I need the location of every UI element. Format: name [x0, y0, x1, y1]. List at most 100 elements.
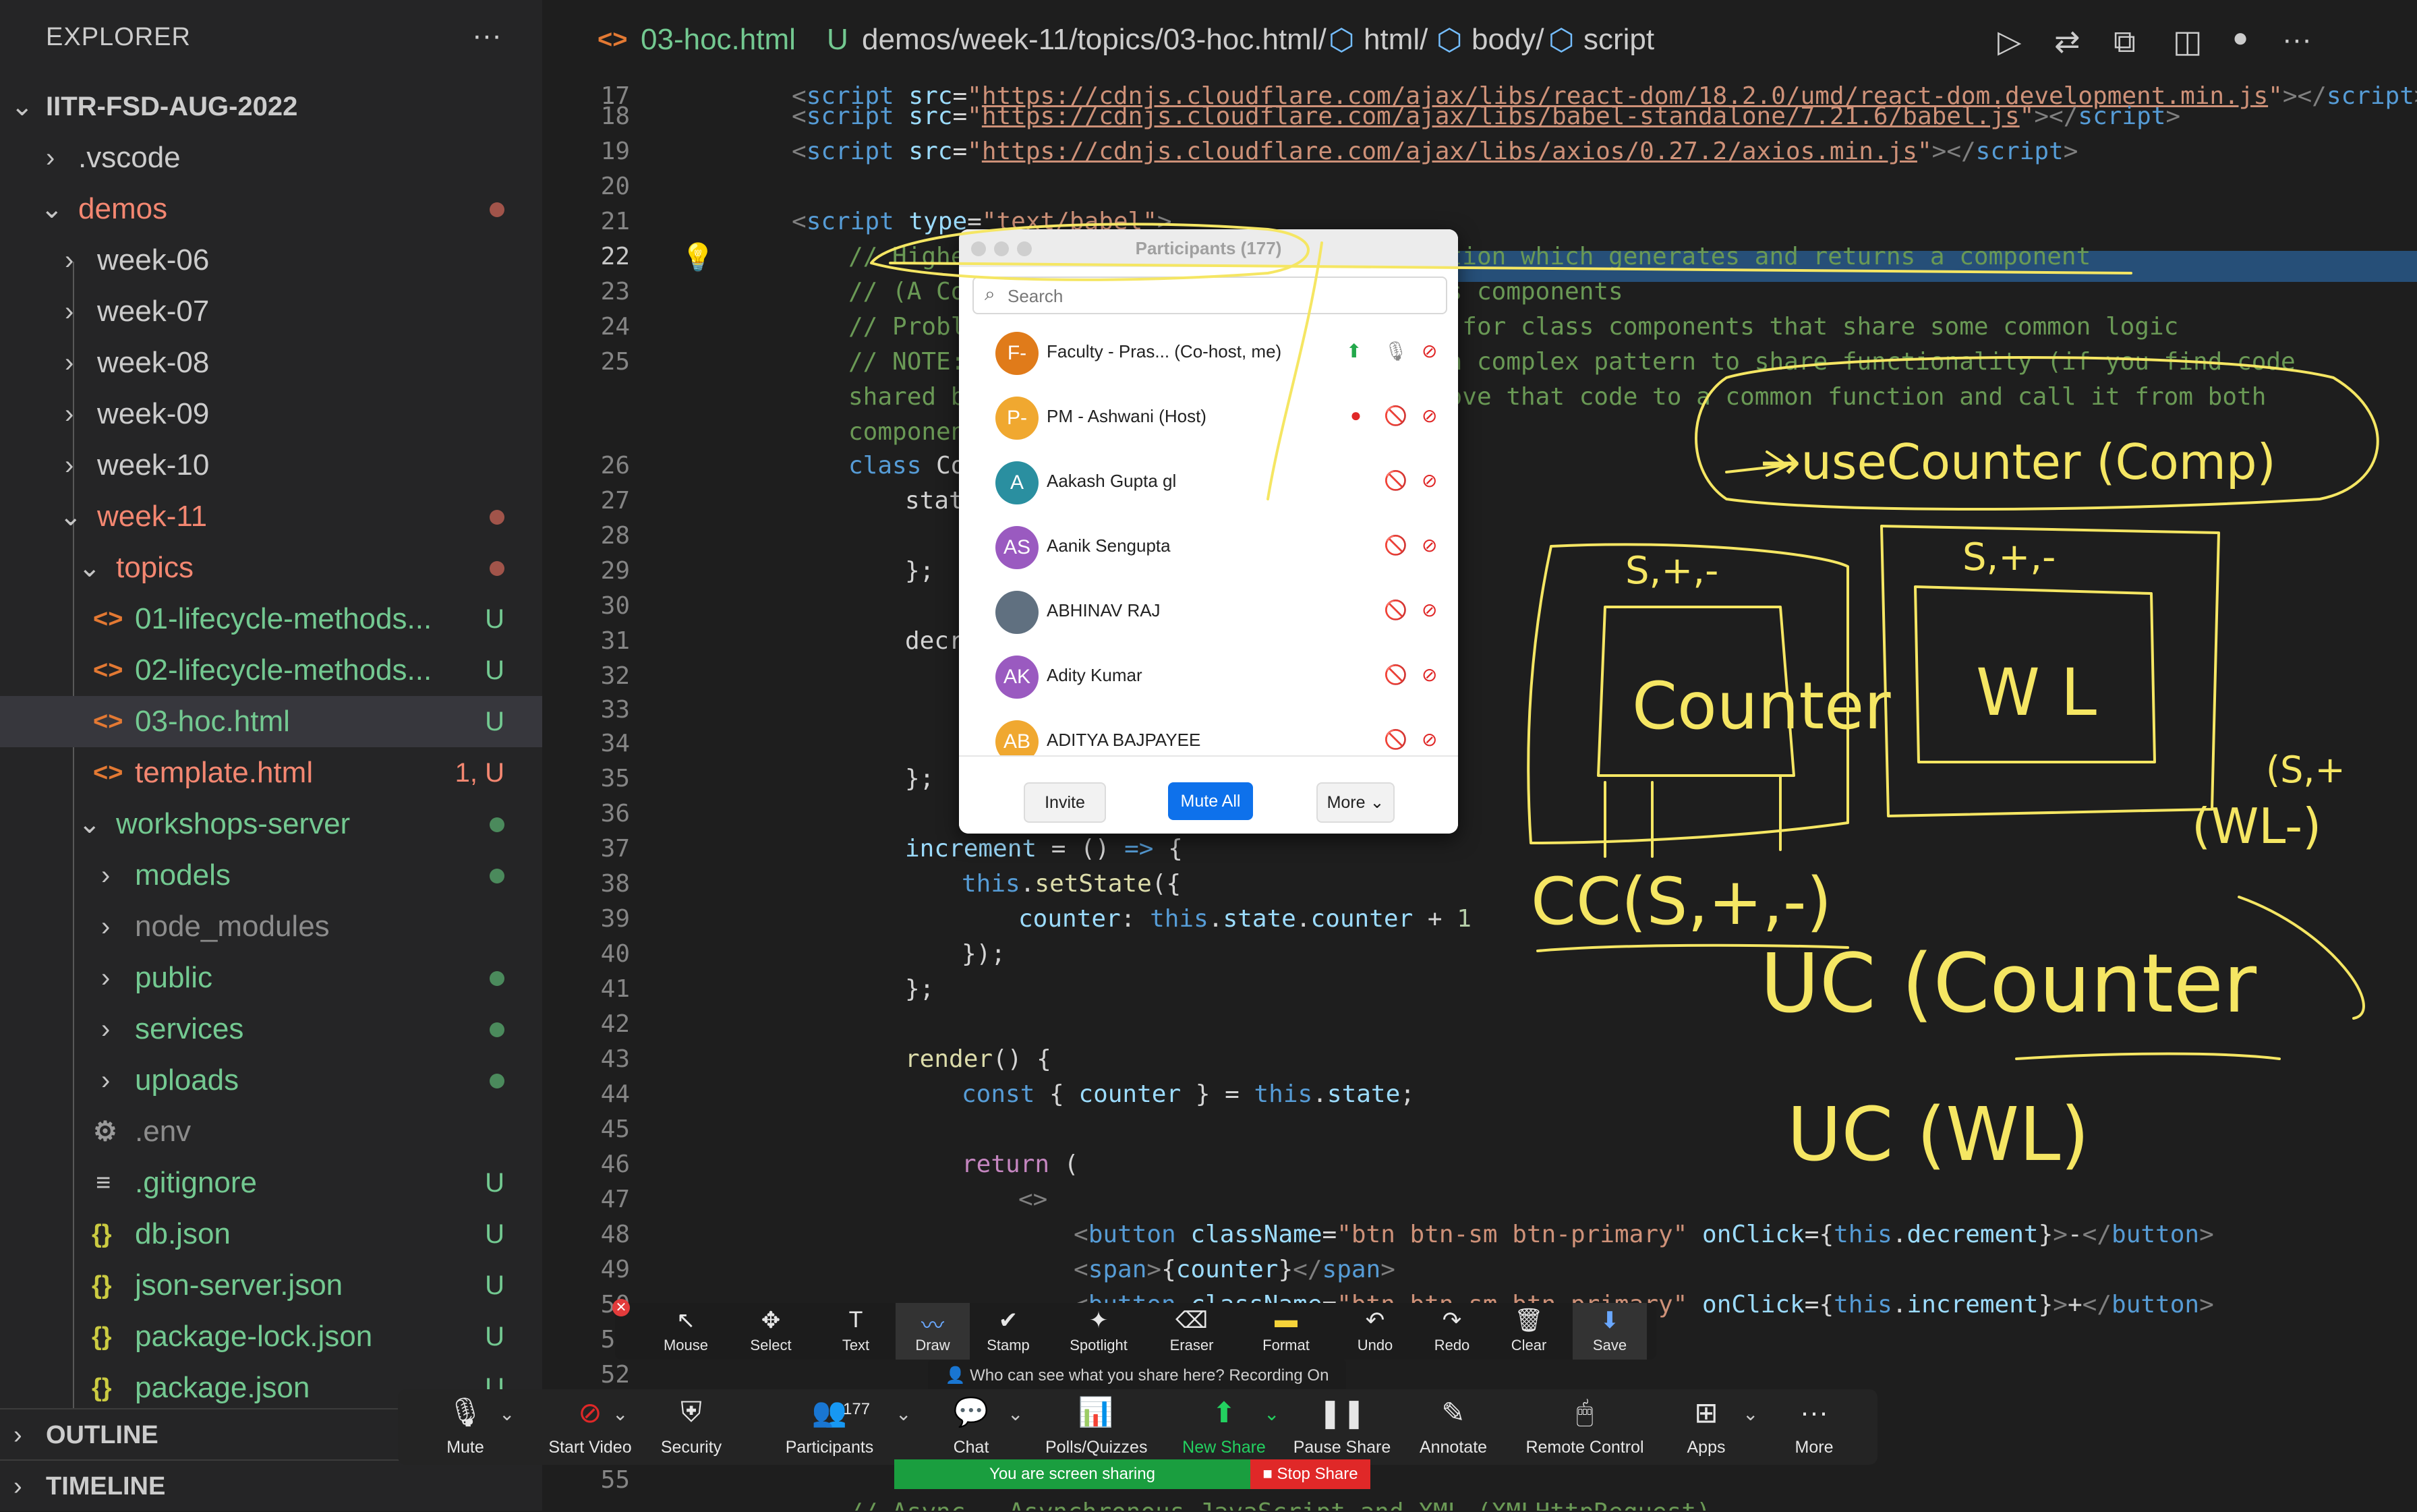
active-tab-title[interactable]: 03-hoc.html — [641, 23, 796, 57]
tree-item-models[interactable]: › models — [0, 850, 542, 901]
split-editor-icon[interactable]: ◫ — [2173, 23, 2202, 59]
more-options-button[interactable]: More ⌄ — [1316, 782, 1395, 823]
microphone-muted-icon[interactable]: 🚫 — [1384, 599, 1407, 621]
remote-control-button[interactable]: 🖱 Remote Control — [1517, 1389, 1652, 1465]
preview-icon[interactable]: ⧉ — [2114, 23, 2136, 61]
tree-item-week-07[interactable]: › week-07 — [0, 286, 542, 337]
mute-all-button[interactable]: Mute All — [1168, 782, 1253, 820]
tree-item-week-08[interactable]: › week-08 — [0, 337, 542, 388]
sharing-tooltip[interactable]: 👤 Who can see what you share here? Recor… — [928, 1360, 1346, 1392]
lightbulb-icon[interactable]: 💡 — [681, 241, 715, 273]
tool-text[interactable]: T Text — [819, 1303, 893, 1360]
tree-item-week-10[interactable]: › week-10 — [0, 440, 542, 491]
tree-item-node-modules[interactable]: › node_modules — [0, 901, 542, 952]
tool-draw[interactable]: 〰 Draw — [896, 1303, 970, 1360]
tool-undo[interactable]: ↶ Undo — [1338, 1303, 1412, 1360]
tool-select[interactable]: ✥ Select — [734, 1303, 808, 1360]
chevron-down-icon[interactable]: ⌄ — [1008, 1403, 1023, 1425]
run-icon[interactable]: ▷ — [1998, 23, 2021, 59]
stop-share-button[interactable]: ■ Stop Share — [1250, 1459, 1370, 1489]
tree-item-package-lock[interactable]: {} package-lock.json U — [0, 1311, 542, 1362]
video-off-icon[interactable]: ⊘ — [1422, 340, 1437, 362]
apps-button[interactable]: ⊞ Apps — [1672, 1389, 1740, 1465]
tree-item-week-06[interactable]: › week-06 — [0, 235, 542, 286]
tree-item-db-json[interactable]: {} db.json U — [0, 1209, 542, 1260]
pause-share-button[interactable]: ❚❚ Pause Share — [1288, 1389, 1396, 1465]
breadcrumb-html[interactable]: html/ — [1364, 23, 1428, 57]
window-close-button[interactable] — [971, 241, 986, 256]
video-off-icon[interactable]: ⊘ — [1422, 664, 1437, 686]
tree-item-file[interactable]: <> 01-lifecycle-methods... U — [0, 593, 542, 645]
workspace-root[interactable]: ⌄ IITR-FSD-AUG-2022 — [0, 81, 542, 132]
participant-row[interactable]: ABHINAV RAJ 🚫 ⊘ — [959, 580, 1458, 645]
participants-button[interactable]: 👥 177 Participants — [776, 1389, 883, 1465]
chevron-down-icon[interactable]: ⌄ — [499, 1403, 515, 1425]
new-share-button[interactable]: ⬆ New Share — [1173, 1389, 1275, 1465]
tool-eraser[interactable]: ⌫ Eraser — [1155, 1303, 1229, 1360]
participant-row[interactable]: P- PM - Ashwani (Host) 🚫 ⊘ ● — [959, 386, 1458, 450]
tree-item-week-11[interactable]: ⌄ week-11 — [0, 491, 542, 542]
microphone-muted-icon[interactable]: 🚫 — [1384, 728, 1407, 751]
chevron-down-icon[interactable]: ⌄ — [1743, 1403, 1758, 1425]
unsaved-dot-icon[interactable]: ● — [2232, 23, 2248, 53]
more-actions-icon[interactable]: ··· — [2282, 23, 2312, 57]
participant-row[interactable]: AS Aanik Sengupta 🚫 ⊘ — [959, 515, 1458, 580]
explorer-more-icon[interactable]: ··· — [472, 19, 502, 53]
code-editor[interactable]: 17 18 19 20 21 22 23 24 25 26 27 28 29 30 31 32 33 34 35 36… — [542, 82, 2417, 1511]
participants-title[interactable]: Participants (177) — [959, 229, 1458, 267]
breadcrumb-script[interactable]: script — [1583, 23, 1654, 57]
invite-button[interactable]: Invite — [1024, 782, 1106, 823]
participant-row[interactable]: F- Faculty - Pras... (Co-host, me) 🎙 ⊘ ⬆ — [959, 321, 1458, 386]
tree-item-json-server[interactable]: {} json-server.json U — [0, 1260, 542, 1311]
video-off-icon[interactable]: ⊘ — [1422, 599, 1437, 621]
chevron-down-icon[interactable]: ⌄ — [896, 1403, 911, 1425]
tool-stamp[interactable]: ✔ Stamp — [971, 1303, 1045, 1360]
compare-icon[interactable]: ⇄ — [2054, 23, 2080, 59]
microphone-muted-icon[interactable]: 🚫 — [1384, 405, 1407, 427]
microphone-muted-icon[interactable]: 🚫 — [1384, 534, 1407, 556]
video-off-icon[interactable]: ⊘ — [1422, 405, 1437, 427]
tree-item-public[interactable]: › public — [0, 952, 542, 1004]
mute-button[interactable]: 🎙 Mute — [425, 1389, 506, 1465]
microphone-muted-icon[interactable]: 🚫 — [1384, 664, 1407, 686]
close-toolbar-icon[interactable]: ✕ — [612, 1299, 630, 1316]
video-off-icon[interactable]: ⊘ — [1422, 728, 1437, 751]
tool-save[interactable]: ⬇ Save — [1573, 1303, 1647, 1360]
microphone-icon[interactable]: 🎙 — [1384, 340, 1408, 362]
tool-redo[interactable]: ↷ Redo — [1415, 1303, 1489, 1360]
participant-row[interactable]: A Aakash Gupta gl 🚫 ⊘ — [959, 450, 1458, 515]
tool-spotlight[interactable]: ✦ Spotlight — [1061, 1303, 1136, 1360]
tree-item-gitignore[interactable]: ≡ .gitignore U — [0, 1157, 542, 1209]
start-video-button[interactable]: ⊘ Start Video — [526, 1389, 654, 1465]
more-button[interactable]: ··· More — [1780, 1389, 1848, 1465]
breadcrumb-path[interactable]: demos/week-11/topics/03-hoc.html/ — [862, 23, 1327, 57]
tree-item-env[interactable]: ⚙ .env — [0, 1106, 542, 1157]
security-button[interactable]: ⛨ Security — [641, 1389, 742, 1465]
tree-item-file-selected[interactable]: <> 03-hoc.html U — [0, 696, 542, 747]
participant-row[interactable]: AK Adity Kumar 🚫 ⊘ — [959, 645, 1458, 709]
window-zoom-button[interactable] — [1017, 241, 1032, 256]
tool-format[interactable]: ▬ Format — [1249, 1303, 1323, 1360]
chevron-down-icon[interactable]: ⌄ — [1264, 1403, 1279, 1425]
video-off-icon[interactable]: ⊘ — [1422, 469, 1437, 492]
annotate-button[interactable]: ✎ Annotate — [1409, 1389, 1497, 1465]
microphone-muted-icon[interactable]: 🚫 — [1384, 469, 1407, 492]
tree-item-uploads[interactable]: › uploads — [0, 1055, 542, 1106]
tree-item-services[interactable]: › services — [0, 1004, 542, 1055]
tool-mouse[interactable]: ↖ Mouse — [649, 1303, 723, 1360]
breadcrumb-body[interactable]: body/ — [1472, 23, 1544, 57]
video-off-icon[interactable]: ⊘ — [1422, 534, 1437, 556]
tool-clear[interactable]: 🗑 Clear — [1492, 1303, 1566, 1360]
tree-item-demos[interactable]: ⌄ demos — [0, 183, 542, 235]
tree-item-vscode[interactable]: › .vscode — [0, 132, 542, 183]
chevron-down-icon[interactable]: ⌄ — [612, 1403, 628, 1425]
participants-panel[interactable]: Participants (177) ⌕ Search F- Faculty - … — [959, 229, 1458, 834]
timeline-section[interactable]: › TIMELINE — [0, 1459, 542, 1512]
tree-item-file[interactable]: <> 02-lifecycle-methods... U — [0, 645, 542, 696]
participants-search-input[interactable]: ⌕ Search — [972, 277, 1447, 314]
tree-item-file[interactable]: <> template.html 1, U — [0, 747, 542, 798]
tree-item-week-09[interactable]: › week-09 — [0, 388, 542, 440]
chat-button[interactable]: 💬 Chat — [931, 1389, 1012, 1465]
tree-item-topics[interactable]: ⌄ topics — [0, 542, 542, 593]
window-minimize-button[interactable] — [994, 241, 1009, 256]
